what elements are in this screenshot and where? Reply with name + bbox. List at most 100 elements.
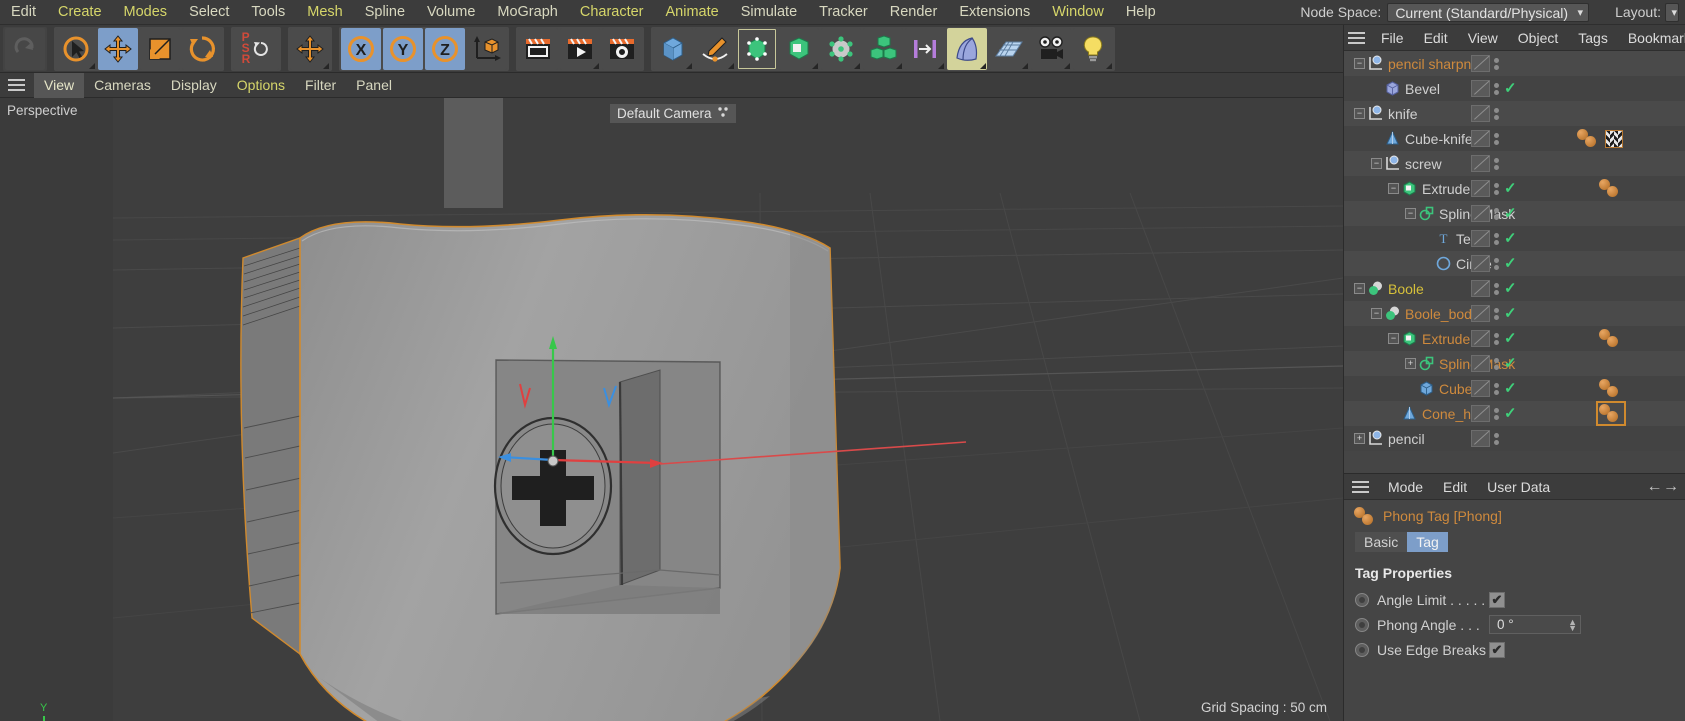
object-name[interactable]: Boole_body [1405, 306, 1479, 322]
visibility-dots-icon[interactable] [1471, 430, 1490, 447]
animate-keyframe-icon[interactable] [1355, 642, 1369, 657]
collapse-icon[interactable]: − [1354, 283, 1365, 294]
enable-dots-icon[interactable] [1494, 382, 1501, 395]
subdivision-surface-button[interactable] [779, 27, 819, 70]
enable-dots-icon[interactable] [1494, 207, 1501, 220]
viewport-menu-view[interactable]: View [34, 72, 85, 98]
object-name[interactable]: Cube-knife [1405, 131, 1473, 147]
enabled-check-icon[interactable]: ✓ [1504, 356, 1519, 371]
scene-floor-button[interactable] [989, 27, 1029, 70]
visibility-dots-icon[interactable] [1471, 305, 1490, 322]
object-row[interactable]: − Boole ✓ [1344, 276, 1685, 301]
enabled-check-icon[interactable]: ✓ [1504, 381, 1519, 396]
visibility-dots-icon[interactable] [1471, 255, 1490, 272]
object-manager-menu-object[interactable]: Object [1508, 25, 1568, 51]
object-name[interactable]: knife [1388, 106, 1418, 122]
viewport-menu-display[interactable]: Display [161, 73, 227, 98]
enable-dots-icon[interactable] [1494, 357, 1501, 370]
array-button[interactable] [863, 27, 903, 70]
move-tool-button[interactable] [98, 27, 138, 70]
enabled-check-icon[interactable]: ✓ [1504, 306, 1519, 321]
menu-item-mesh[interactable]: Mesh [296, 0, 353, 25]
enabled-check-icon[interactable]: ✓ [1504, 231, 1519, 246]
enable-dots-icon[interactable] [1494, 432, 1501, 445]
visibility-dots-icon[interactable] [1471, 130, 1490, 147]
collapse-icon[interactable]: − [1388, 333, 1399, 344]
render-settings-button[interactable] [602, 27, 642, 70]
viewport-3d[interactable]: Y X Z Perspective Default Camera Grid Sp… [0, 98, 1343, 721]
viewport-hamburger-icon[interactable] [4, 73, 28, 98]
object-name[interactable]: pencil sharpner [1388, 56, 1484, 72]
object-row[interactable]: − Extrude ✓ [1344, 176, 1685, 201]
object-row[interactable]: − screw [1344, 151, 1685, 176]
enable-dots-icon[interactable] [1494, 107, 1501, 120]
visibility-dots-icon[interactable] [1471, 280, 1490, 297]
camera-label[interactable]: Default Camera [610, 104, 736, 123]
attribute-manager-menu-user-data[interactable]: User Data [1477, 474, 1560, 500]
object-row[interactable]: − Boole_body ✓ [1344, 301, 1685, 326]
menu-item-render[interactable]: Render [879, 0, 949, 25]
psr-reset-button[interactable]: PSR [233, 27, 279, 70]
collapse-icon[interactable]: − [1388, 183, 1399, 194]
y-axis-button[interactable]: Y [383, 27, 423, 70]
object-row[interactable]: − Extrude ✓ [1344, 326, 1685, 351]
x-axis-button[interactable]: X [341, 27, 381, 70]
attribute-manager-hamburger-icon[interactable] [1348, 474, 1372, 499]
object-manager-menu-view[interactable]: View [1458, 25, 1508, 51]
enabled-check-icon[interactable]: ✓ [1504, 206, 1519, 221]
visibility-dots-icon[interactable] [1471, 405, 1490, 422]
object-name[interactable]: Boole [1388, 281, 1424, 297]
visibility-dots-icon[interactable] [1471, 180, 1490, 197]
visibility-dots-icon[interactable] [1471, 330, 1490, 347]
menu-item-simulate[interactable]: Simulate [730, 0, 808, 25]
property-checkbox[interactable]: ✔ [1489, 591, 1505, 608]
visibility-dots-icon[interactable] [1471, 380, 1490, 397]
enable-dots-icon[interactable] [1494, 257, 1501, 270]
menu-item-spline[interactable]: Spline [354, 0, 416, 25]
phong-tag-icon[interactable] [1599, 379, 1623, 398]
pen-spline-button[interactable] [695, 27, 735, 70]
menu-item-window[interactable]: Window [1041, 0, 1115, 25]
render-view-button[interactable] [518, 27, 558, 70]
object-name[interactable]: Bevel [1405, 81, 1440, 97]
enable-dots-icon[interactable] [1494, 157, 1501, 170]
animate-keyframe-icon[interactable] [1355, 592, 1369, 607]
texture-tag-icon[interactable] [1605, 129, 1623, 148]
attribute-tab-tag[interactable]: Tag [1407, 532, 1448, 552]
viewport-menu-cameras[interactable]: Cameras [84, 73, 161, 98]
enable-dots-icon[interactable] [1494, 282, 1501, 295]
menu-item-extensions[interactable]: Extensions [948, 0, 1041, 25]
enabled-check-icon[interactable]: ✓ [1504, 406, 1519, 421]
object-row[interactable]: − knife [1344, 101, 1685, 126]
node-space-select[interactable]: Current (Standard/Physical) ▾ [1387, 2, 1590, 22]
property-number-field[interactable]: 0 ° ▲ ▼ [1489, 615, 1581, 634]
generator-button[interactable] [737, 27, 777, 70]
object-row[interactable]: Cone_hole ✓ [1344, 401, 1685, 426]
layout-select[interactable]: ▾ [1665, 2, 1679, 22]
navigation-arrows[interactable]: ← → [1647, 478, 1685, 496]
enable-dots-icon[interactable] [1494, 407, 1501, 420]
menu-item-volume[interactable]: Volume [416, 0, 486, 25]
menu-item-help[interactable]: Help [1115, 0, 1167, 25]
expand-icon[interactable]: + [1354, 433, 1365, 444]
menu-item-character[interactable]: Character [569, 0, 655, 25]
visibility-dots-icon[interactable] [1471, 105, 1490, 122]
object-row[interactable]: T Text ✓ [1344, 226, 1685, 251]
object-name[interactable]: Cube [1439, 381, 1472, 397]
menu-item-edit[interactable]: Edit [0, 0, 47, 25]
menu-item-animate[interactable]: Animate [655, 0, 730, 25]
object-name[interactable]: pencil [1388, 431, 1425, 447]
object-row[interactable]: Circle✓ [1344, 251, 1685, 276]
collapse-icon[interactable]: − [1371, 158, 1382, 169]
menu-item-modes[interactable]: Modes [113, 0, 179, 25]
object-tree[interactable]: − pencil sharpner Bevel ✓ − knife Cube-knife − s… [1344, 51, 1685, 451]
collapse-icon[interactable]: − [1354, 58, 1365, 69]
rotate-tool-button[interactable] [182, 27, 222, 70]
move-lock-button[interactable] [290, 27, 330, 70]
visibility-dots-icon[interactable] [1471, 55, 1490, 72]
attribute-manager-menu-mode[interactable]: Mode [1378, 474, 1433, 500]
menu-item-create[interactable]: Create [47, 0, 113, 25]
property-checkbox[interactable]: ✔ [1489, 641, 1505, 658]
world-object-axis-button[interactable] [467, 27, 507, 70]
menu-item-select[interactable]: Select [178, 0, 240, 25]
